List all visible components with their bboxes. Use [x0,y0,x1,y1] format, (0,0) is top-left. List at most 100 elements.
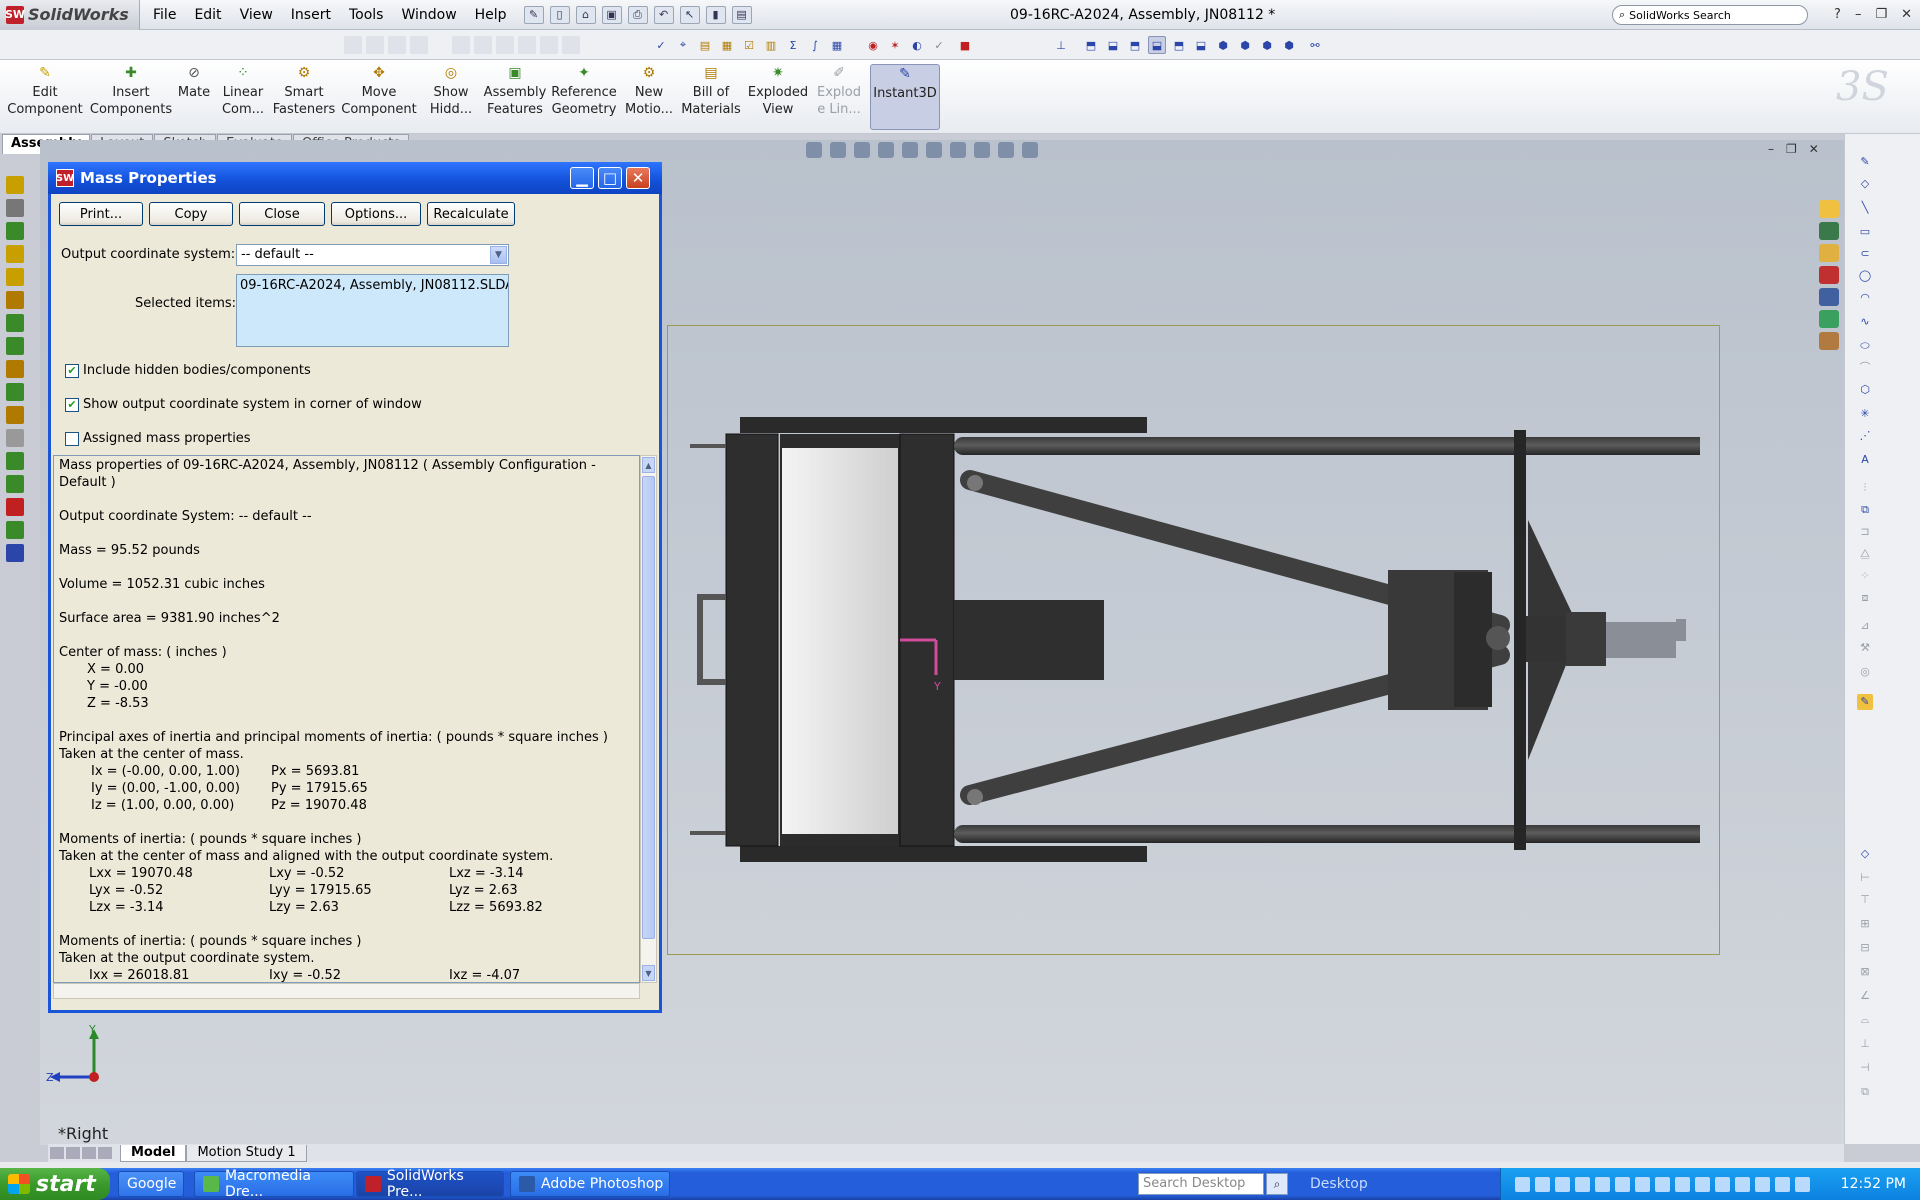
left-tool-explode-icon[interactable] [6,383,24,401]
left-tool-instant3d-icon[interactable] [6,544,24,562]
sketch-icon[interactable]: ✎ [1857,154,1873,170]
tray-icon-10[interactable] [1695,1176,1710,1192]
next-tab-icon[interactable] [82,1147,96,1159]
left-tool-fastener-icon[interactable] [6,245,24,263]
print-button[interactable]: Print... [59,202,143,226]
view-dimetric-icon[interactable]: ⬢ [1258,36,1276,54]
spline-icon[interactable]: ∿ [1857,314,1873,330]
viewport-close-icon[interactable]: ✕ [1809,142,1819,156]
design-library-icon[interactable] [1819,222,1839,240]
show-coord-checkbox[interactable]: ✔ Show output coordinate system in corne… [65,397,422,412]
show-hidden-button[interactable]: ◎ Show Hidd... [424,64,478,130]
construction-icon[interactable]: ⋰ [1857,428,1873,444]
help-icon[interactable]: ? [1834,0,1841,30]
left-tool-feature-icon[interactable] [6,314,24,332]
report-horizontal-scrollbar[interactable] [53,983,640,999]
left-tool-move-icon[interactable] [6,268,24,286]
tray-icon-4[interactable] [1575,1176,1590,1192]
spelling-icon[interactable]: ✓ [652,36,670,54]
last-tab-icon[interactable] [98,1147,112,1159]
undo-icon[interactable]: ↶ [653,5,674,24]
tray-icon-8[interactable] [1655,1176,1670,1192]
smart-dimension-icon[interactable]: ◇ [1857,176,1873,192]
dim-horizontal-icon[interactable]: ⊢ [1857,870,1873,886]
recalculate-button[interactable]: Recalculate [427,202,515,226]
left-tool-hidden-icon[interactable] [6,291,24,309]
include-hidden-check-icon[interactable]: ✔ [65,363,79,378]
previous-view-icon[interactable] [854,142,870,158]
dialog-title-bar[interactable]: SW Mass Properties ▁ □ ✕ [48,162,662,194]
scroll-up-icon[interactable]: ▲ [642,457,655,473]
first-tab-icon[interactable] [50,1147,64,1159]
view-cube-icon[interactable]: ⬢ [1280,36,1298,54]
toolbar-icon-a10[interactable] [562,36,580,54]
left-tool-table-icon[interactable] [6,521,24,539]
zoom-to-area-icon[interactable] [830,142,846,158]
polygon-icon[interactable]: ⬡ [1857,382,1873,398]
toolbar-icon-a8[interactable] [518,36,536,54]
search-icon[interactable]: ⌕ [1266,1173,1288,1195]
prev-tab-icon[interactable] [66,1147,80,1159]
tray-icon-15[interactable] [1795,1176,1810,1192]
text-icon[interactable]: A [1857,452,1873,468]
menu-insert[interactable]: Insert [282,0,340,30]
insert-components-button[interactable]: ✚ Insert Components [90,64,172,130]
tray-icon-14[interactable] [1775,1176,1790,1192]
view-bottom-icon[interactable]: ⬓ [1192,36,1210,54]
menu-edit[interactable]: Edit [185,0,230,30]
convert-icon[interactable]: ⧉ [1857,502,1873,518]
mass-properties-icon[interactable]: ▤ [696,36,714,54]
menu-help[interactable]: Help [466,0,516,30]
view-left-icon[interactable]: ⬒ [1126,36,1144,54]
view-iso-icon[interactable]: ⬢ [1214,36,1232,54]
rectangle-icon[interactable]: ▭ [1857,224,1873,240]
mirror-icon[interactable]: ⧋ [1857,546,1873,562]
close-button[interactable]: Close [239,202,325,226]
dim-path-icon[interactable]: ⊣ [1857,1060,1873,1076]
simulation-icon[interactable]: ✶ [886,36,904,54]
start-button[interactable]: start [0,1168,110,1200]
move-component-button[interactable]: ✥ Move Component [340,64,418,130]
show-coord-check-icon[interactable]: ✔ [65,397,79,412]
resources-home-icon[interactable] [1819,200,1839,218]
open-folder-icon[interactable]: ⌂ [575,5,596,24]
task-solidworks[interactable]: SolidWorks Pre... [356,1168,504,1200]
view-top-icon[interactable]: ⬒ [1170,36,1188,54]
section-view-icon[interactable] [878,142,894,158]
menu-view[interactable]: View [231,0,282,30]
zoom-to-fit-icon[interactable] [806,142,822,158]
point-icon[interactable]: ✳ [1857,406,1873,422]
include-hidden-checkbox[interactable]: ✔ Include hidden bodies/components [65,363,311,378]
left-tool-evaluate-icon[interactable] [6,498,24,516]
arc-icon[interactable]: ◠ [1857,290,1873,306]
circle-icon[interactable]: ◯ [1857,268,1873,284]
stop-icon[interactable]: ■ [956,36,974,54]
menu-window[interactable]: Window [392,0,465,30]
clock[interactable]: 12:52 PM [1841,1168,1906,1200]
exploded-view-button[interactable]: ✷ Exploded View [746,64,810,130]
copy-button[interactable]: Copy [149,202,233,226]
selected-items-list[interactable]: 09-16RC-A2024, Assembly, JN08112.SLDASM [236,274,509,347]
print-icon[interactable]: ⎙ [627,5,648,24]
new-document-icon[interactable]: ▯ [549,5,570,24]
edit-appearance-icon[interactable] [974,142,990,158]
tray-icon-7[interactable] [1635,1176,1650,1192]
toolbar-icon-a7[interactable] [496,36,514,54]
view-right-icon[interactable]: ⬓ [1148,36,1166,54]
tray-icon-9[interactable] [1675,1176,1690,1192]
linear-component-pattern-button[interactable]: ⁘ Linear Com... [216,64,270,130]
view-trimetric-icon[interactable]: ⬢ [1236,36,1254,54]
explode-line-sketch-button[interactable]: ✐ Explod e Lin... [814,64,864,130]
view-front-icon[interactable]: ⬒ [1082,36,1100,54]
assembly-features-button[interactable]: ▣ Assembly Features [484,64,547,130]
tray-icon-1[interactable] [1515,1176,1530,1192]
desktop-search-input[interactable]: Search Desktop [1138,1173,1264,1195]
rapid-sketch-icon[interactable]: ◎ [1857,664,1873,680]
left-tool-edit-icon[interactable] [6,176,24,194]
scroll-down-icon[interactable]: ▼ [642,965,655,981]
file-properties-icon[interactable]: ▤ [731,5,752,24]
pin-icon[interactable]: ✎ [523,5,544,24]
tray-icon-5[interactable] [1595,1176,1610,1192]
fillet-icon[interactable]: ⌒ [1857,360,1873,376]
task-macromedia-dreamweaver[interactable]: Macromedia Dre... [194,1168,354,1200]
